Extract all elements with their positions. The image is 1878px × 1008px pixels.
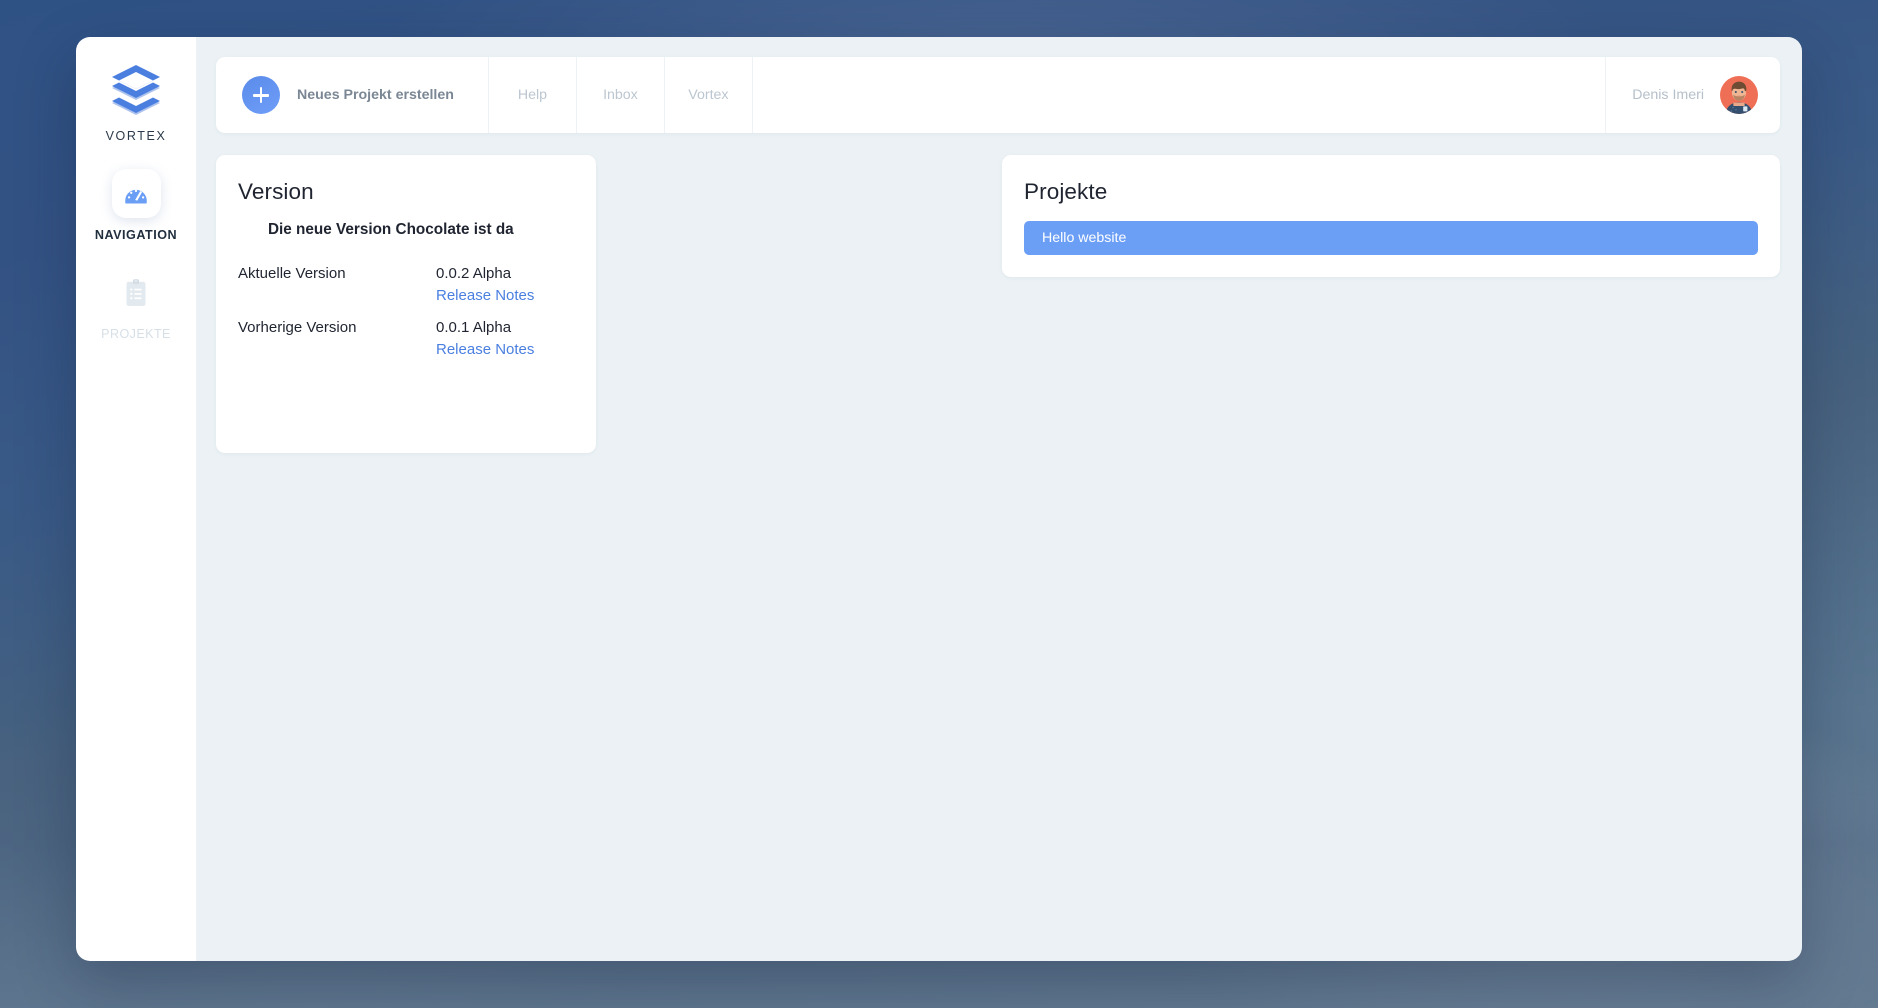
- release-spacer: [238, 287, 436, 304]
- topnav-link-help[interactable]: Help: [487, 57, 576, 133]
- release-spacer: [238, 341, 436, 358]
- version-row-previous: Vorherige Version 0.0.1 Alpha: [238, 319, 574, 336]
- user-menu[interactable]: Denis Imeri: [1605, 57, 1780, 133]
- version-value-previous: 0.0.1 Alpha: [436, 319, 512, 336]
- release-notes-row-current: Release Notes: [238, 287, 574, 304]
- version-card: Version Die neue Version Chocolate ist d…: [216, 155, 596, 453]
- release-notes-link-previous[interactable]: Release Notes: [436, 341, 534, 358]
- version-key-current: Aktuelle Version: [238, 265, 346, 282]
- brand[interactable]: VORTEX: [102, 59, 170, 143]
- create-project-button[interactable]: Neues Projekt erstellen: [216, 57, 488, 133]
- version-card-title: Version: [238, 179, 314, 204]
- top-navigation-bar: Neues Projekt erstellen Help Inbox Vorte…: [216, 57, 1780, 133]
- dashboard-content: Version Die neue Version Chocolate ist d…: [216, 155, 1780, 453]
- project-list: Hello website: [1024, 221, 1758, 255]
- sidebar: VORTEX NAVIGATION PROJEKTE: [76, 37, 196, 961]
- projects-card: Projekte Hello website: [1002, 155, 1780, 277]
- version-key-previous: Vorherige Version: [238, 319, 357, 336]
- topbar-spacer: [751, 57, 1605, 133]
- speedometer-dashboard-icon: [111, 169, 161, 218]
- avatar: [1720, 76, 1758, 114]
- application-window: VORTEX NAVIGATION PROJEKTE Neues Projekt…: [76, 37, 1802, 961]
- clipboard-list-icon: [111, 268, 161, 317]
- sidebar-item-navigation-label: NAVIGATION: [94, 228, 178, 242]
- list-item[interactable]: Hello website: [1024, 221, 1758, 255]
- projects-card-title: Projekte: [1024, 179, 1108, 204]
- brand-name: VORTEX: [105, 129, 167, 143]
- vortex-layers-logo-icon: [102, 59, 170, 121]
- version-row-current: Aktuelle Version 0.0.2 Alpha: [238, 265, 574, 282]
- version-subtitle: Die neue Version Chocolate ist da: [268, 221, 514, 238]
- topnav-link-vortex[interactable]: Vortex: [663, 57, 752, 133]
- plus-icon: [242, 76, 280, 114]
- sidebar-item-projekte-label: PROJEKTE: [101, 327, 171, 341]
- version-value-current: 0.0.2 Alpha: [436, 265, 512, 282]
- topnav-link-inbox[interactable]: Inbox: [575, 57, 664, 133]
- sidebar-item-navigation[interactable]: NAVIGATION: [76, 169, 196, 242]
- main-content-area: Neues Projekt erstellen Help Inbox Vorte…: [196, 37, 1802, 961]
- release-notes-row-previous: Release Notes: [238, 341, 574, 358]
- version-table: Aktuelle Version 0.0.2 Alpha Release Not…: [238, 265, 574, 358]
- project-item-label: Hello website: [1042, 230, 1127, 246]
- create-project-label: Neues Projekt erstellen: [297, 87, 454, 103]
- release-notes-link-current[interactable]: Release Notes: [436, 287, 534, 304]
- sidebar-item-projekte[interactable]: PROJEKTE: [76, 268, 196, 341]
- user-name: Denis Imeri: [1632, 87, 1704, 103]
